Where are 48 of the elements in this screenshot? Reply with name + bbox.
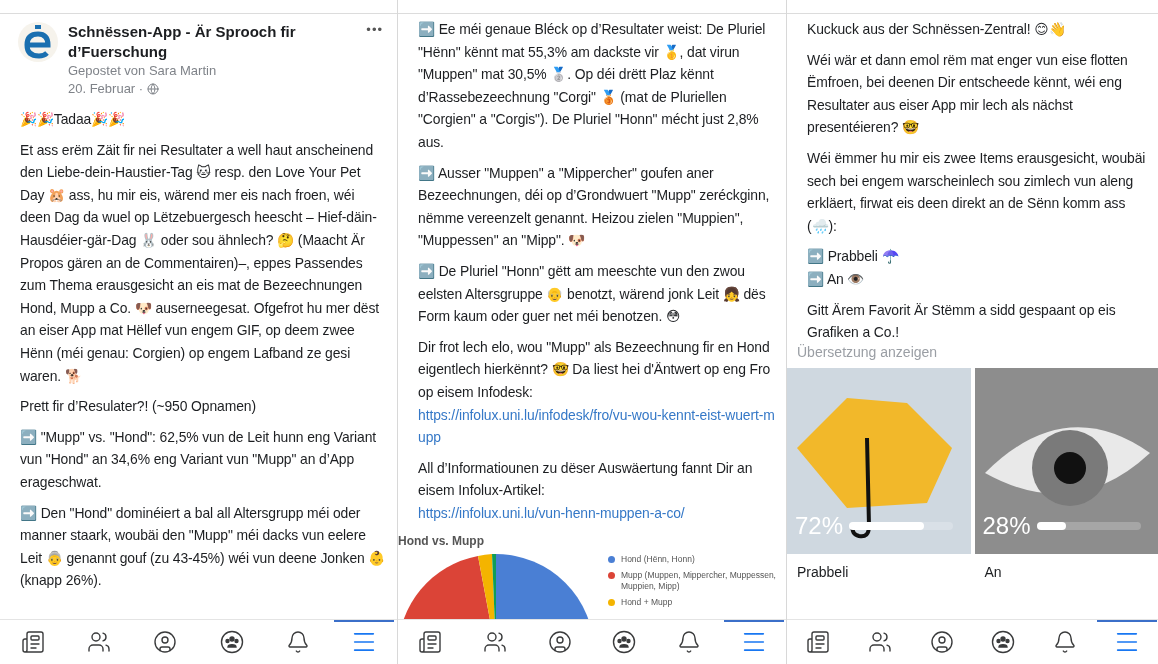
- page-logo-icon: [23, 25, 53, 59]
- page-name[interactable]: Schnëssen-App - Är Sprooch fir d’Fuerschung: [68, 22, 357, 62]
- friends-icon[interactable]: [483, 630, 507, 654]
- post-text: Dir frot lech elo, wou "Mupp" als Bezeechnung fir en Hond eigentlech hierkënnt? 🤓 Da liest hei d'Äntwert op eng Fro op eisem Infodesk: https://infolux.uni.lu/infodesk/fro/vu-wou-kennt-eist-wuert-mupp: [418, 335, 776, 449]
- poll-option-label[interactable]: An: [974, 553, 1158, 590]
- post-text: 🎉🎉Tadaa🎉🎉: [20, 110, 126, 129]
- posted-by: Gepostet von Sara Martin: [68, 62, 218, 80]
- page-avatar[interactable]: [18, 22, 58, 62]
- post-text: All d’Informatiounen zu dëser Auswäertung fannt Dir an eisem Infolux-Artikel: https://infolux.uni.lu/vun-henn-muppen-a-co/: [418, 456, 776, 525]
- friends-icon[interactable]: [87, 630, 112, 654]
- profile-icon[interactable]: [547, 630, 572, 654]
- notifications-icon[interactable]: [1053, 630, 1078, 654]
- post-date: 20. Februar ·: [68, 80, 144, 98]
- post-text: Prett fir d’Resulater?! (~950 Opnamen): [20, 397, 257, 417]
- photo-placeholder[interactable]: 28%: [974, 367, 1158, 554]
- globe-icon: [147, 83, 160, 95]
- notifications-icon[interactable]: [676, 630, 701, 654]
- link[interactable]: https://infolux.uni.lu/vun-henn-muppen-a-co/: [418, 501, 685, 525]
- more-options[interactable]: •••: [366, 22, 383, 37]
- post-text: Wéi ëmmer hu mir eis zwee Items erausgesicht, woubäi sech bei engem warscheinlech sou zimlech vun aleng erkläert, firwat eis deen direkt an de Sënn komm ass (🌧):: [807, 148, 1147, 236]
- groups-icon[interactable]: [612, 630, 637, 654]
- groups-icon[interactable]: [219, 630, 244, 654]
- friends-icon[interactable]: [867, 630, 892, 654]
- post-text: Wéi wär et dann emol rëm mat enger vun eise flotten Ëmfroen, bei deenen Dir entscheede kënnt, wéi eng Resultater aus eiser App mir lech als nächst presentéieren? 🤓: [807, 50, 1129, 138]
- chart-title: Hond vs. Mupp: [398, 534, 485, 549]
- post-text: ➡ "Mupp" vs. "Hond": 62,5% vun de Leit hunn eng Variant vun "Hond" an 34,6% eng Variant vun "Mupp" an d’App erageschwat.: [20, 427, 378, 492]
- post-text: ➡ Den "Hond" dominéiert a bal all Altersgrupp méi oder manner staark, woubäi den "Mupp" méi dacks vun eelere Leit 👵 genannt gouf (zu 43-45%) wéi vun deene Jonken 👶 (knapp 26%).: [20, 503, 387, 591]
- post-text: ➡ Ee méi genaue Bléck op d’Resultater weist: De Pluriel "Hënn" kënnt mat 55,3% am dackste vir 🥇, dat virun "Muppen" mat 30,5% 🥈. Op déi drëtt Plaz kënnt d’Rassebezeechnung "Corgi" 🥉 (mat de Pluriellen "Corgien" a "Corgis"). De Pluriel "Honn" mécht just 2,8% aus.: [418, 20, 767, 152]
- post-text: Gitt Ärem Favorit Är Stëmm a sidd gespaant op eis Grafiken a Co.!: [807, 300, 1117, 343]
- legend-label: Hond (Hënn, Honn): [621, 554, 695, 566]
- link[interactable]: https://infolux.uni.lu/infodesk/fro/vu-wou-kennt-eist-wuert-mupp: [418, 403, 776, 449]
- legend-label: Hond + Mupp: [621, 597, 673, 609]
- news-feed-icon[interactable]: [21, 630, 46, 654]
- poll-percent: 28%: [982, 511, 1031, 540]
- legend-label: Mupp (Muppen, Mippercher, Muppessen, Muppien, Mipp): [621, 570, 777, 593]
- post-text: ➡ Ausser "Muppen" a "Mippercher" goufen aner Bezeechnungen, déi op d’Grondwuert "Mupp" zeréckginn, nëmme vereenzelt genannt. Heizou zielen "Muppien", "Muppessen" an "Mipp". 🐶: [418, 163, 771, 251]
- post-text: ➡ De Pluriel "Honn" gëtt am meeschte vun den zwou eelsten Altersgruppe 👴 benotzt, wärend jonk Leit 👧 dës Form kaum oder guer net méi benotzen. 😳: [418, 261, 767, 327]
- post-text: ➡ Prabbeli ☂ ➡ An 👁: [807, 247, 900, 289]
- notifications-icon[interactable]: [285, 630, 310, 654]
- profile-icon[interactable]: [153, 630, 178, 654]
- news-feed-icon[interactable]: [418, 630, 443, 654]
- translate-link[interactable]: Übersetzung anzeigen: [797, 343, 1158, 360]
- profile-icon[interactable]: [929, 630, 954, 654]
- post-text: Kuckuck aus der Schnëssen-Zentral! 😊👋: [807, 20, 1067, 39]
- post-text: Et ass erëm Zäit fir nei Resultater a well haut anscheinend den Liebe-dein-Haustier-Tag 🐱 resp. den Love Your Pet Day 🐹 ass, hu mir eis, wärend mer eis nach froen, wéi deen Dag da wuel op Lëtzebuergesch heescht – Hief-däin-Hausdéier-gär-Dag 🐰 oder sou ähnlech? 🤔 (Maacht Är Propos gären an de Commentairen)–, eppes Passendes zum Thema erausgesicht an eis mat de Bezeechnungen Hond, Mupp a Co. 🐶 auserneegesat. Ofgefrot hu mer dëst an eiser App mat Hëllef vun engem GIF, op deem zwee Hënn (méi genau: Corgien) op engem Lafband ze gesi waren. 🐕: [20, 140, 381, 386]
- news-feed-icon[interactable]: [805, 630, 830, 654]
- poll-option-label[interactable]: Prabbeli: [787, 553, 971, 590]
- groups-icon[interactable]: [991, 630, 1016, 654]
